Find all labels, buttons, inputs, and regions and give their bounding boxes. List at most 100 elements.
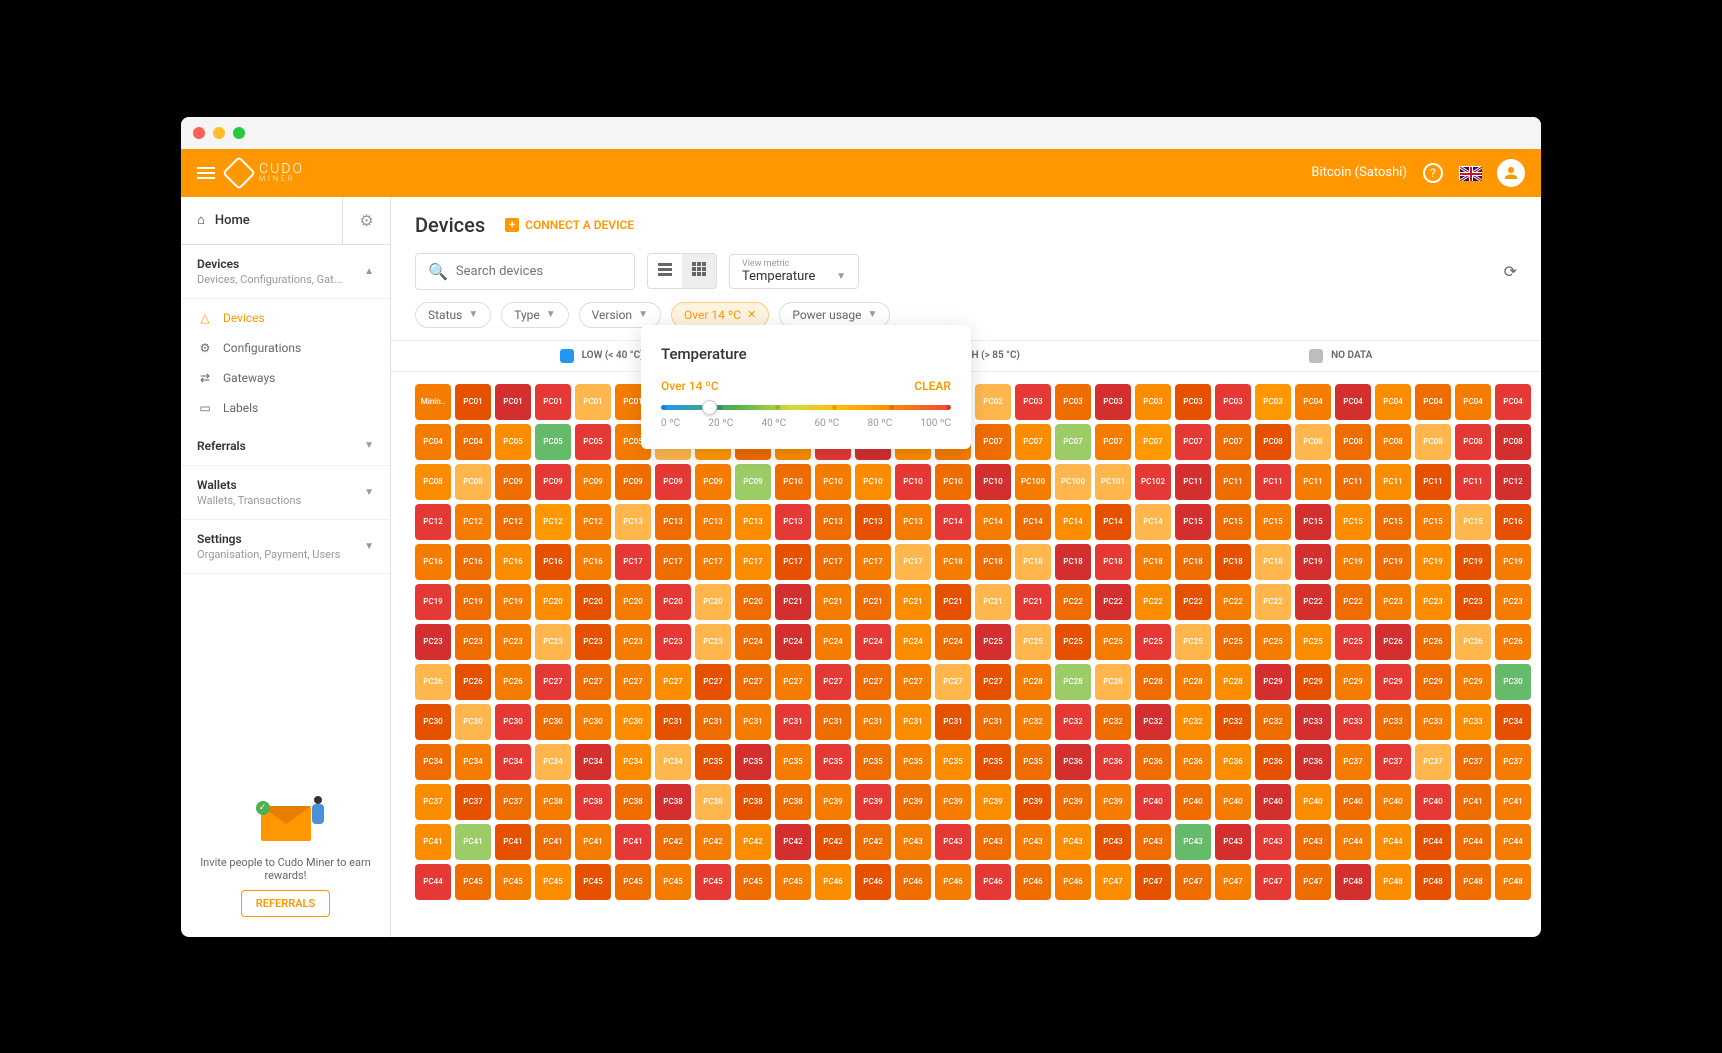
device-cell[interactable]: PC31 — [855, 704, 891, 740]
device-cell[interactable]: PC14 — [1135, 504, 1171, 540]
device-cell[interactable]: PC07 — [1095, 424, 1131, 460]
device-cell[interactable]: PC43 — [975, 824, 1011, 860]
device-cell[interactable]: PC31 — [895, 704, 931, 740]
device-cell[interactable]: PC42 — [775, 824, 811, 860]
device-cell[interactable]: PC43 — [1135, 824, 1171, 860]
device-cell[interactable]: PC03 — [1095, 384, 1131, 420]
device-cell[interactable]: PC32 — [1215, 704, 1251, 740]
device-cell[interactable]: PC10 — [815, 464, 851, 500]
device-cell[interactable]: PC20 — [655, 584, 691, 620]
device-cell[interactable]: PC47 — [1175, 864, 1211, 900]
device-cell[interactable]: PC42 — [655, 824, 691, 860]
menu-toggle[interactable] — [197, 164, 215, 182]
sidebar-item-configurations[interactable]: ⚙Configurations — [181, 333, 390, 363]
device-cell[interactable]: PC14 — [1095, 504, 1131, 540]
device-cell[interactable]: PC26 — [455, 664, 491, 700]
popover-clear-button[interactable]: CLEAR — [914, 379, 951, 393]
device-cell[interactable]: PC23 — [695, 624, 731, 660]
device-cell[interactable]: PC23 — [1375, 584, 1411, 620]
device-cell[interactable]: PC13 — [815, 504, 851, 540]
device-cell[interactable]: PC30 — [415, 704, 451, 740]
device-cell[interactable]: PC24 — [855, 624, 891, 660]
close-icon[interactable]: ✕ — [747, 308, 756, 321]
device-cell[interactable]: PC08 — [1495, 424, 1531, 460]
device-cell[interactable]: PC26 — [1455, 624, 1491, 660]
device-cell[interactable]: PC25 — [1015, 624, 1051, 660]
device-cell[interactable]: PC26 — [1415, 624, 1451, 660]
device-cell[interactable]: PC03 — [1015, 384, 1051, 420]
device-cell[interactable]: PC14 — [1055, 504, 1091, 540]
refresh-icon[interactable]: ⟳ — [1504, 262, 1517, 281]
device-cell[interactable]: PC42 — [695, 824, 731, 860]
device-cell[interactable]: PC41 — [1455, 784, 1491, 820]
filter-chip[interactable]: Power usage▼ — [779, 302, 890, 328]
device-cell[interactable]: PC48 — [1455, 864, 1491, 900]
connect-device-link[interactable]: + CONNECT A DEVICE — [505, 218, 634, 232]
device-cell[interactable]: PC18 — [1055, 544, 1091, 580]
device-cell[interactable]: PC02 — [975, 384, 1011, 420]
device-cell[interactable]: PC43 — [1055, 824, 1091, 860]
device-cell[interactable]: PC31 — [975, 704, 1011, 740]
device-cell[interactable]: PC41 — [535, 824, 571, 860]
device-cell[interactable]: PC15 — [1255, 504, 1291, 540]
device-cell[interactable]: PC31 — [935, 704, 971, 740]
window-maximize[interactable] — [233, 127, 245, 139]
device-cell[interactable]: PC07 — [1175, 424, 1211, 460]
device-cell[interactable]: PC19 — [1335, 544, 1371, 580]
device-cell[interactable]: PC13 — [695, 504, 731, 540]
device-cell[interactable]: PC41 — [575, 824, 611, 860]
device-cell[interactable]: PC33 — [1415, 704, 1451, 740]
device-cell[interactable]: PC39 — [815, 784, 851, 820]
device-cell[interactable]: PC44 — [415, 864, 451, 900]
device-cell[interactable]: PC45 — [655, 864, 691, 900]
device-cell[interactable]: PC10 — [975, 464, 1011, 500]
device-cell[interactable]: PC45 — [695, 864, 731, 900]
filter-chip[interactable]: Type▼ — [501, 302, 568, 328]
sidebar-settings-icon[interactable]: ⚙ — [342, 197, 390, 244]
device-cell[interactable]: PC46 — [1015, 864, 1051, 900]
device-cell[interactable]: PC47 — [1215, 864, 1251, 900]
device-cell[interactable]: PC22 — [1135, 584, 1171, 620]
device-cell[interactable]: PC46 — [975, 864, 1011, 900]
device-cell[interactable]: PC25 — [1135, 624, 1171, 660]
device-cell[interactable]: PC30 — [535, 704, 571, 740]
device-cell[interactable]: PC33 — [1375, 704, 1411, 740]
device-cell[interactable]: PC37 — [1495, 744, 1531, 780]
device-cell[interactable]: PC29 — [1255, 664, 1291, 700]
device-cell[interactable]: PC13 — [615, 504, 651, 540]
device-cell[interactable]: PC46 — [895, 864, 931, 900]
device-cell[interactable]: PC04 — [455, 424, 491, 460]
device-cell[interactable]: PC27 — [535, 664, 571, 700]
device-cell[interactable]: PC05 — [575, 424, 611, 460]
device-cell[interactable]: PC25 — [1255, 624, 1291, 660]
device-cell[interactable]: PC34 — [1495, 704, 1531, 740]
device-cell[interactable]: PC27 — [975, 664, 1011, 700]
device-cell[interactable]: PC43 — [895, 824, 931, 860]
device-cell[interactable]: PC32 — [1015, 704, 1051, 740]
device-cell[interactable]: PC04 — [1335, 384, 1371, 420]
device-cell[interactable]: PC01 — [575, 384, 611, 420]
device-cell[interactable]: PC22 — [1175, 584, 1211, 620]
device-cell[interactable]: PC22 — [1095, 584, 1131, 620]
device-cell[interactable]: PC19 — [495, 584, 531, 620]
device-cell[interactable]: PC20 — [735, 584, 771, 620]
sidebar-section-wallets[interactable]: Wallets Wallets, Transactions ▼ — [181, 466, 390, 520]
device-cell[interactable]: PC03 — [1215, 384, 1251, 420]
device-cell[interactable]: PC48 — [1375, 864, 1411, 900]
device-cell[interactable]: PC23 — [655, 624, 691, 660]
device-cell[interactable]: PC10 — [855, 464, 891, 500]
user-avatar[interactable] — [1497, 159, 1525, 187]
device-cell[interactable]: PC16 — [535, 544, 571, 580]
device-cell[interactable]: PC07 — [1215, 424, 1251, 460]
device-cell[interactable]: PC12 — [455, 504, 491, 540]
device-cell[interactable]: PC23 — [1455, 584, 1491, 620]
device-cell[interactable]: PC07 — [1135, 424, 1171, 460]
device-cell[interactable]: PC09 — [655, 464, 691, 500]
device-cell[interactable]: PC23 — [1495, 584, 1531, 620]
device-cell[interactable]: PC47 — [1095, 864, 1131, 900]
device-cell[interactable]: PC19 — [1295, 544, 1331, 580]
device-cell[interactable]: PC39 — [935, 784, 971, 820]
device-cell[interactable]: PC41 — [455, 824, 491, 860]
device-cell[interactable]: PC17 — [815, 544, 851, 580]
device-cell[interactable]: PC23 — [615, 624, 651, 660]
